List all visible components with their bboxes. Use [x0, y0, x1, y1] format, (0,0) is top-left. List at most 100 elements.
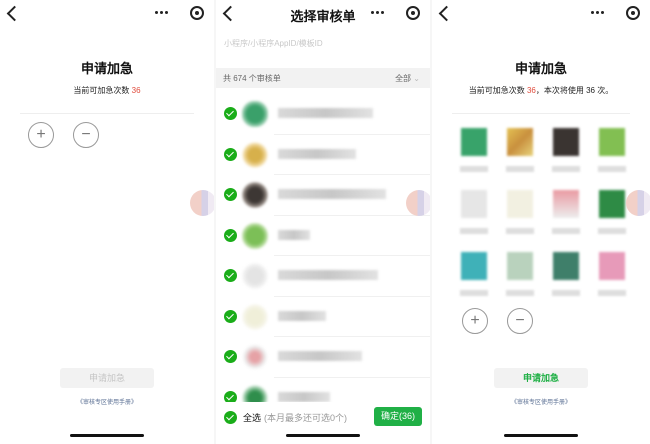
- app-label-blurred: [552, 166, 580, 172]
- capsule-menu: [370, 5, 420, 21]
- app-label-blurred: [506, 228, 534, 234]
- check-icon[interactable]: [224, 350, 237, 363]
- app-label-blurred: [598, 228, 626, 234]
- check-icon[interactable]: [224, 228, 237, 242]
- remove-button[interactable]: −: [507, 308, 533, 334]
- quota-text: 当前可加急次数 36: [0, 85, 214, 96]
- list-item[interactable]: [216, 216, 430, 257]
- app-label-blurred: [506, 166, 534, 172]
- list-item[interactable]: [216, 297, 430, 338]
- app-thumbnail: [461, 128, 487, 156]
- app-name-blurred: [278, 310, 326, 321]
- select-review-panel: 选择审核单 小程序/小程序AppID/模板ID 共 674 个审核单 全部 ⌄: [216, 0, 430, 444]
- apply-urgent-panel-empty: 申请加急 当前可加急次数 36 + − 申请加急 《审核专区使用手册》: [0, 0, 214, 444]
- app-label-blurred: [506, 290, 534, 296]
- app-thumbnail: [242, 263, 268, 289]
- floating-avatar[interactable]: [190, 190, 214, 216]
- page-title: 申请加急: [80, 61, 133, 76]
- add-button[interactable]: +: [28, 122, 54, 148]
- app-name-blurred: [278, 351, 362, 361]
- select-all-label[interactable]: 全选: [243, 411, 261, 424]
- home-indicator: [286, 434, 360, 437]
- select-footer: 全选 (本月最多还可选0个) 确定(36): [216, 402, 430, 432]
- confirm-button[interactable]: 确定(36): [374, 407, 422, 426]
- app-thumbnail: [507, 252, 533, 280]
- app-thumbnail: [242, 222, 268, 249]
- top-bar: [432, 0, 650, 28]
- app-thumbnail: [242, 182, 268, 208]
- app-thumbnail: [461, 190, 487, 218]
- app-thumbnail: [507, 128, 533, 156]
- top-bar: [0, 0, 214, 28]
- manual-link[interactable]: 《审核专区使用手册》: [432, 397, 650, 406]
- top-bar: 选择审核单: [216, 0, 430, 28]
- list-item[interactable]: [216, 256, 430, 297]
- review-count: 共 674 个审核单: [223, 74, 281, 83]
- check-icon[interactable]: [224, 147, 237, 161]
- search-input[interactable]: 小程序/小程序AppID/模板ID: [216, 32, 430, 58]
- close-target-icon[interactable]: [406, 6, 420, 20]
- list-item[interactable]: [216, 337, 430, 378]
- floating-avatar[interactable]: [406, 190, 430, 216]
- check-icon[interactable]: [224, 188, 237, 201]
- app-thumbnail: [461, 252, 487, 280]
- page-title: 申请加急: [514, 61, 567, 76]
- app-thumbnail: [553, 252, 579, 280]
- manual-link[interactable]: 《审核专区使用手册》: [0, 397, 214, 406]
- apply-urgent-panel-filled: 申请加急 当前可加急次数 36，本次将使用 36 次。 + − 申请加急 《审核…: [432, 0, 650, 444]
- app-name-blurred: [278, 148, 356, 159]
- close-target-icon[interactable]: [626, 6, 640, 20]
- app-thumbnail: [507, 190, 533, 218]
- search-placeholder: 小程序/小程序AppID/模板ID: [224, 39, 323, 48]
- add-button[interactable]: +: [462, 308, 488, 334]
- app-thumbnail: [242, 141, 268, 168]
- back-icon[interactable]: [6, 5, 23, 22]
- quota-prefix: 当前可加急次数: [73, 86, 130, 95]
- capsule-menu: [154, 5, 204, 21]
- app-name-blurred: [278, 229, 310, 240]
- apply-button[interactable]: 申请加急: [494, 368, 588, 388]
- app-name-blurred: [278, 108, 373, 118]
- app-name-blurred: [278, 189, 386, 199]
- more-icon[interactable]: [154, 11, 170, 15]
- app-label-blurred: [598, 166, 626, 172]
- more-icon[interactable]: [590, 11, 606, 15]
- app-thumbnail: [242, 303, 268, 330]
- app-label-blurred: [460, 166, 488, 172]
- app-name-blurred: [278, 270, 378, 280]
- floating-avatar[interactable]: [626, 190, 650, 216]
- app-thumbnail: [599, 128, 625, 156]
- home-indicator: [70, 434, 144, 437]
- filter-label: 全部: [395, 74, 412, 83]
- select-all-check-icon[interactable]: [224, 411, 237, 424]
- list-item[interactable]: [216, 94, 430, 135]
- list-item[interactable]: [216, 175, 430, 216]
- app-thumbnail: [242, 344, 268, 370]
- select-all-hint: (本月最多还可选0个): [264, 413, 347, 423]
- close-target-icon[interactable]: [190, 6, 204, 20]
- remove-button[interactable]: −: [73, 122, 99, 148]
- filter-dropdown[interactable]: 全部 ⌄: [395, 73, 420, 84]
- divider: [20, 113, 194, 114]
- home-indicator: [504, 434, 578, 437]
- quota-prefix: 当前可加急次数: [468, 86, 525, 95]
- app-thumbnail: [553, 128, 579, 156]
- app-label-blurred: [552, 228, 580, 234]
- list-header: 共 674 个审核单 全部 ⌄: [216, 68, 430, 88]
- check-icon[interactable]: [224, 309, 237, 323]
- app-thumbnail: [599, 190, 625, 218]
- quota-text: 当前可加急次数 36，本次将使用 36 次。: [432, 85, 650, 96]
- app-label-blurred: [552, 290, 580, 296]
- back-icon[interactable]: [438, 5, 455, 22]
- screenshot-stage: 申请加急 当前可加急次数 36 + − 申请加急 《审核专区使用手册》 选择审核…: [0, 0, 650, 444]
- check-icon[interactable]: [224, 107, 237, 120]
- review-list: [216, 94, 430, 418]
- check-icon[interactable]: [224, 269, 237, 282]
- divider: [452, 113, 630, 114]
- more-icon[interactable]: [370, 11, 386, 15]
- apply-button-disabled[interactable]: 申请加急: [60, 368, 154, 388]
- quota-count: 36: [526, 86, 536, 95]
- list-item[interactable]: [216, 135, 430, 176]
- app-name-blurred: [278, 391, 330, 402]
- capsule-menu: [590, 5, 640, 21]
